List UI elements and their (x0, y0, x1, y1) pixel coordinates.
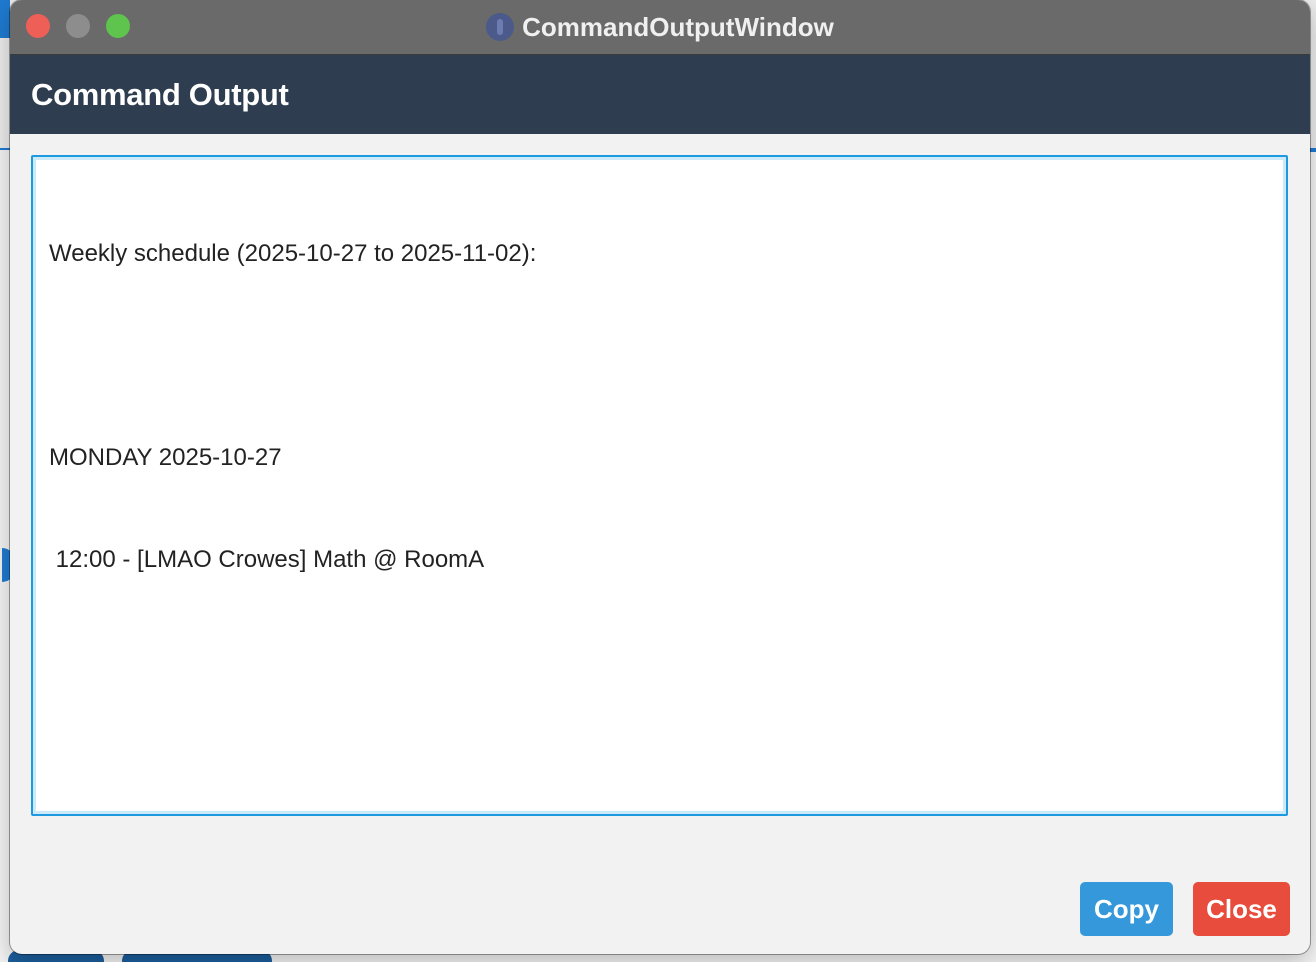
close-window-button[interactable] (26, 14, 50, 38)
zoom-window-button[interactable] (106, 14, 130, 38)
output-text-area[interactable]: Weekly schedule (2025-10-27 to 2025-11-0… (31, 155, 1288, 816)
output-line: 12:00 - [LMAO Crowes] Math @ RoomA (49, 546, 485, 573)
window-titlebar[interactable]: CommandOutputWindow (10, 0, 1310, 55)
window-title: CommandOutputWindow (522, 11, 834, 42)
minimize-window-button[interactable] (66, 14, 90, 38)
window-title-group: CommandOutputWindow (486, 12, 834, 43)
output-line: MONDAY 2025-10-27 (49, 444, 282, 471)
close-button[interactable]: Close (1193, 882, 1290, 936)
info-icon (486, 13, 515, 41)
output-line: Weekly schedule (2025-10-27 to 2025-11-0… (49, 240, 537, 267)
copy-button[interactable]: Copy (1080, 882, 1173, 936)
command-output-window: CommandOutputWindow Command Output Weekl… (10, 0, 1310, 954)
background-app-logo (0, 0, 10, 38)
page-header: Command Output (10, 55, 1310, 134)
content-area: Weekly schedule (2025-10-27 to 2025-11-0… (10, 134, 1310, 954)
window-controls (26, 14, 130, 38)
page-title: Command Output (31, 76, 289, 112)
